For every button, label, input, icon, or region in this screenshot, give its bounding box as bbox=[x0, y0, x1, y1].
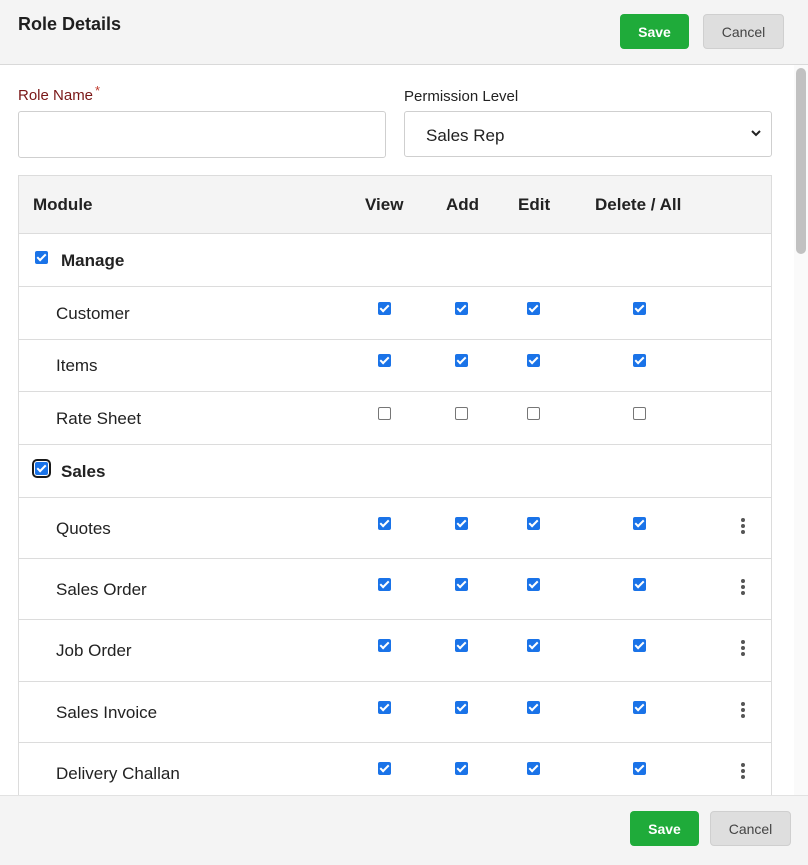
module-name: Customer bbox=[56, 303, 130, 323]
module-name: Sales Order bbox=[56, 579, 147, 599]
column-header-delete-all: Delete / All bbox=[595, 195, 682, 214]
group-row: Manage bbox=[19, 234, 771, 287]
table-row: Sales Order bbox=[19, 559, 771, 620]
column-header-add: Add bbox=[446, 195, 480, 214]
edit-checkbox[interactable] bbox=[527, 301, 540, 315]
add-checkbox[interactable] bbox=[455, 639, 468, 652]
edit-checkbox[interactable] bbox=[527, 354, 540, 367]
module-name: Sales Invoice bbox=[56, 702, 158, 722]
delete-checkbox[interactable] bbox=[633, 516, 646, 530]
delete-checkbox[interactable] bbox=[633, 577, 646, 591]
add-checkbox[interactable] bbox=[455, 354, 468, 367]
more-options-icon[interactable] bbox=[738, 516, 748, 536]
permission-level-label: Permission Level bbox=[404, 88, 519, 105]
module-name: Quotes bbox=[56, 518, 111, 538]
view-checkbox[interactable] bbox=[378, 406, 391, 420]
delete-checkbox[interactable] bbox=[633, 301, 646, 315]
table-row: Customer bbox=[19, 287, 771, 340]
header: Role Details Save Cancel bbox=[0, 0, 808, 65]
page-title: Role Details bbox=[18, 14, 122, 34]
edit-checkbox[interactable] bbox=[527, 761, 540, 775]
edit-checkbox[interactable] bbox=[527, 700, 540, 714]
table-row: Quotes bbox=[19, 498, 771, 559]
delete-checkbox[interactable] bbox=[633, 761, 646, 775]
column-header-edit: Edit bbox=[518, 195, 551, 214]
group-name: Sales bbox=[61, 461, 106, 481]
permission-level-value: Sales Rep bbox=[426, 126, 505, 145]
view-checkbox[interactable] bbox=[378, 761, 391, 775]
add-checkbox[interactable] bbox=[455, 516, 468, 530]
role-name-label-text: Role Name bbox=[18, 87, 94, 104]
module-name: Delivery Challan bbox=[56, 763, 180, 783]
delete-checkbox[interactable] bbox=[633, 639, 646, 652]
group-row: Sales bbox=[19, 445, 771, 498]
view-checkbox[interactable] bbox=[378, 516, 391, 530]
group-checkbox[interactable] bbox=[32, 458, 51, 478]
edit-checkbox[interactable] bbox=[527, 516, 540, 530]
more-options-icon[interactable] bbox=[738, 577, 748, 597]
edit-checkbox[interactable] bbox=[527, 639, 540, 652]
view-checkbox[interactable] bbox=[378, 577, 391, 591]
module-name: Items bbox=[56, 356, 98, 375]
group-checkbox[interactable] bbox=[35, 250, 48, 264]
chevron-down-icon bbox=[751, 130, 761, 137]
permissions-table: Module View Add Edit Delete / All Manage… bbox=[18, 175, 772, 815]
view-checkbox[interactable] bbox=[378, 301, 391, 315]
scrollbar-thumb[interactable] bbox=[796, 68, 806, 254]
group-name: Manage bbox=[61, 250, 125, 270]
delete-checkbox[interactable] bbox=[633, 354, 646, 367]
delete-checkbox[interactable] bbox=[633, 406, 646, 420]
edit-checkbox[interactable] bbox=[527, 577, 540, 591]
table-header: Module View Add Edit Delete / All bbox=[19, 176, 771, 234]
column-header-view: View bbox=[365, 195, 404, 214]
table-row: Rate Sheet bbox=[19, 392, 771, 445]
add-checkbox[interactable] bbox=[455, 761, 468, 775]
table-row: Items bbox=[19, 340, 771, 392]
delete-checkbox[interactable] bbox=[633, 700, 646, 714]
scrollbar[interactable] bbox=[794, 65, 808, 795]
add-checkbox[interactable] bbox=[455, 406, 468, 420]
more-options-icon[interactable] bbox=[738, 638, 748, 658]
role-name-label: Role Name * bbox=[18, 83, 100, 104]
save-button[interactable]: Save bbox=[620, 14, 689, 49]
footer: Save Cancel bbox=[0, 795, 808, 865]
module-name: Job Order bbox=[56, 641, 132, 660]
more-options-icon[interactable] bbox=[738, 761, 748, 781]
role-details-app: Role Details Save Cancel Role Name * Perm… bbox=[0, 0, 808, 865]
footer-cancel-button[interactable]: Cancel bbox=[710, 811, 791, 846]
permission-level-select[interactable]: Sales Rep bbox=[404, 111, 772, 157]
table-row: Job Order bbox=[19, 620, 771, 682]
edit-checkbox[interactable] bbox=[527, 406, 540, 420]
required-asterisk: * bbox=[95, 83, 101, 98]
table-row: Sales Invoice bbox=[19, 682, 771, 743]
more-options-icon[interactable] bbox=[738, 700, 748, 720]
module-name: Rate Sheet bbox=[56, 408, 142, 428]
add-checkbox[interactable] bbox=[455, 301, 468, 315]
role-name-input[interactable] bbox=[18, 111, 386, 158]
view-checkbox[interactable] bbox=[378, 639, 391, 652]
footer-save-button[interactable]: Save bbox=[630, 811, 699, 846]
column-header-module: Module bbox=[33, 195, 93, 214]
cancel-button[interactable]: Cancel bbox=[703, 14, 784, 49]
view-checkbox[interactable] bbox=[378, 354, 391, 367]
add-checkbox[interactable] bbox=[455, 700, 468, 714]
add-checkbox[interactable] bbox=[455, 577, 468, 591]
view-checkbox[interactable] bbox=[378, 700, 391, 714]
